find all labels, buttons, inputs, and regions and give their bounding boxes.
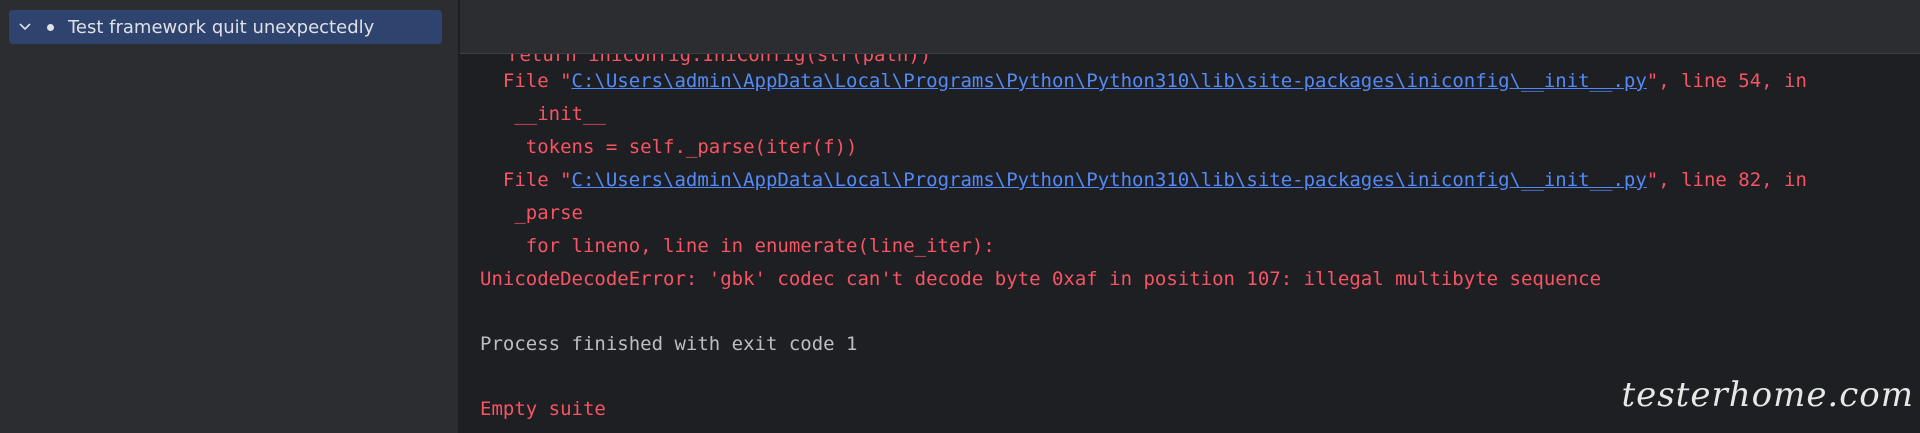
console-line-clipped: return iniconfig.IniConfig(str(path)) [508, 54, 932, 66]
tree-item-test-framework-quit[interactable]: Test framework quit unexpectedly [9, 10, 442, 44]
console-area: return iniconfig.IniConfig(str(path)) Fi… [460, 0, 1920, 433]
empty-suite-line: Empty suite [480, 398, 606, 420]
watermark: testerhome.com [1621, 375, 1914, 415]
console-line: _parse [480, 202, 583, 224]
error-message-line: UnicodeDecodeError: 'gbk' codec can't de… [480, 268, 1602, 290]
chevron-down-icon[interactable] [17, 19, 33, 35]
console-toolbar [460, 0, 1920, 54]
line-suffix: ", line 54, in [1646, 70, 1807, 92]
process-exit-line: Process finished with exit code 1 [480, 333, 858, 355]
console-line-file-ref: File "C:\Users\admin\AppData\Local\Progr… [480, 169, 1807, 191]
line-suffix: ", line 82, in [1646, 169, 1807, 191]
console-line: for lineno, line in enumerate(line_iter)… [480, 235, 995, 257]
status-dot-icon [47, 23, 54, 31]
tree-item-label: Test framework quit unexpectedly [68, 16, 375, 38]
file-path-link[interactable]: C:\Users\admin\AppData\Local\Programs\Py… [572, 70, 1647, 92]
console-line-file-ref: File "C:\Users\admin\AppData\Local\Progr… [480, 70, 1807, 92]
line-prefix: File " [480, 169, 572, 191]
line-prefix: File " [480, 70, 572, 92]
run-tool-window: Test framework quit unexpectedly return … [0, 0, 1920, 433]
console-line: __init__ [480, 103, 606, 125]
file-path-link[interactable]: C:\Users\admin\AppData\Local\Programs\Py… [572, 169, 1647, 191]
console-line: tokens = self._parse(iter(f)) [480, 136, 858, 158]
test-tree-panel: Test framework quit unexpectedly [0, 0, 460, 433]
